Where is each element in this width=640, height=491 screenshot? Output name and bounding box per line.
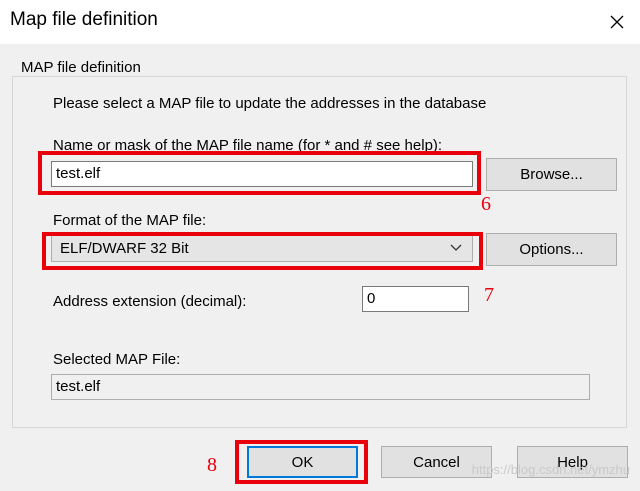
groupbox-legend: MAP file definition	[18, 59, 144, 76]
annotation-8: 8	[207, 454, 217, 476]
instruction-text: Please select a MAP file to update the a…	[53, 95, 487, 112]
address-extension-label: Address extension (decimal):	[53, 293, 247, 310]
selected-map-label: Selected MAP File:	[53, 351, 181, 368]
window-title: Map file definition	[10, 9, 158, 30]
format-label: Format of the MAP file:	[53, 212, 207, 229]
annotation-6: 6	[481, 193, 491, 215]
annotation-7: 7	[484, 284, 494, 306]
highlight-box-8	[235, 440, 368, 484]
close-button[interactable]	[594, 0, 640, 44]
address-extension-input[interactable]: 0	[362, 286, 469, 312]
highlight-box-6	[38, 151, 481, 195]
watermark: https://blog.csdn.net/ymzhu	[471, 462, 630, 477]
selected-map-field: test.elf	[51, 374, 590, 400]
title-bar: Map file definition	[0, 0, 640, 44]
highlight-box-format	[42, 232, 483, 270]
browse-button[interactable]: Browse...	[486, 158, 617, 191]
options-button[interactable]: Options...	[486, 233, 617, 266]
close-icon	[610, 15, 624, 29]
